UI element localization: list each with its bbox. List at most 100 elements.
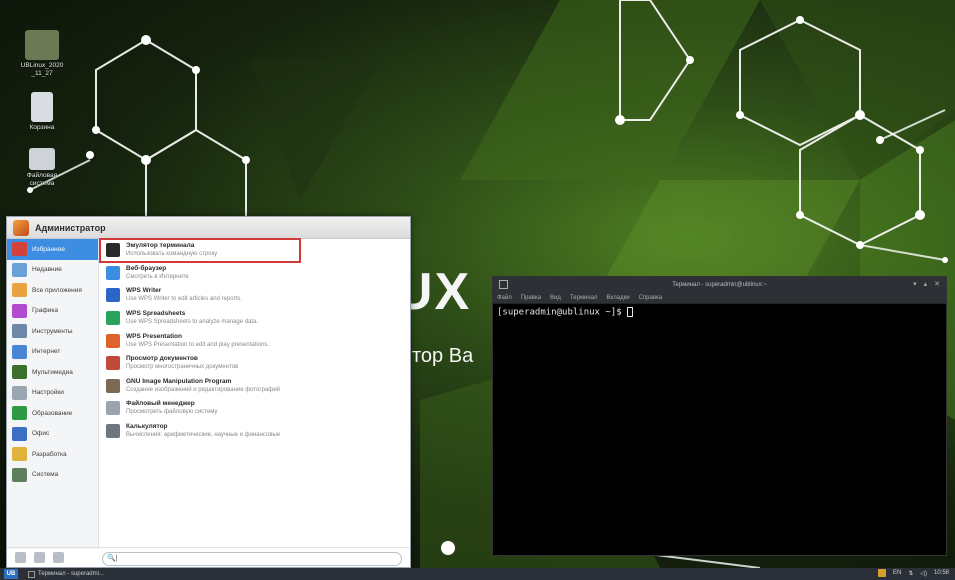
app-item[interactable]: Файловый менеджер Просмотреть файловую си… — [100, 397, 410, 420]
app-icon — [106, 356, 120, 371]
category-icon — [12, 426, 27, 441]
app-description: Use WPS Presentation to edit and play pr… — [126, 341, 270, 348]
category-item[interactable]: Система — [7, 465, 98, 486]
desktop-icon-ublinux-folder[interactable]: UBLinux_2020 _11_27 — [12, 30, 72, 78]
app-icon — [106, 243, 120, 258]
category-label: Все приложения — [32, 286, 82, 294]
category-label: Разработка — [32, 450, 67, 458]
application-menu: Администратор Избранное Недавние Все прило… — [6, 216, 411, 568]
terminal-menu-item[interactable]: Вид — [550, 295, 561, 301]
category-item[interactable]: Инструменты — [7, 321, 98, 342]
terminal-menu-item[interactable]: Правка — [521, 295, 541, 301]
category-label: Офис — [32, 430, 50, 438]
category-icon — [12, 262, 27, 277]
settings-icon[interactable] — [15, 552, 26, 563]
category-item[interactable]: Недавние — [7, 260, 98, 281]
app-name: Просмотр документов — [126, 355, 198, 363]
app-item[interactable]: Веб-браузер Смотреть в Интернете — [100, 262, 410, 285]
notification-icon[interactable] — [877, 569, 886, 577]
category-icon — [12, 447, 27, 462]
category-item[interactable]: Избранное — [7, 239, 98, 260]
app-item[interactable]: WPS Presentation Use WPS Presentation to … — [100, 329, 410, 352]
terminal-menu-item[interactable]: Терминал — [570, 295, 598, 301]
terminal-icon — [28, 570, 35, 578]
terminal-menu-item[interactable]: Файл — [497, 295, 512, 301]
app-item[interactable]: GNU Image Manipulation Program Создание и… — [100, 375, 410, 398]
app-name: GNU Image Manipulation Program — [126, 377, 232, 385]
app-item[interactable]: Калькулятор Вычисления: арифметические, н… — [100, 420, 410, 443]
desktop-icon-filesystem[interactable]: Файловая система — [12, 148, 72, 188]
app-description: Использовать командную строку — [126, 251, 218, 258]
app-item[interactable]: Просмотр документов Просмотр многостранич… — [100, 352, 410, 375]
desktop: UBLinux_2020 _11_27 Корзина Файловая сис… — [0, 0, 955, 568]
category-item[interactable]: Офис — [7, 424, 98, 445]
close-icon[interactable]: ✕ — [934, 280, 940, 289]
terminal-menubar: Файл Правка Вид Терминал Вкладки Справка — [493, 292, 946, 304]
terminal-prompt: [superadmin@ublinux ~]$ — [497, 307, 628, 318]
keyboard-layout[interactable]: EN — [893, 570, 901, 576]
category-label: Интернет — [32, 348, 61, 356]
category-icon — [12, 303, 27, 318]
category-icon — [12, 406, 27, 421]
menu-search-input[interactable]: 🔍| — [102, 552, 402, 566]
maximize-icon[interactable]: ▴ — [924, 280, 928, 289]
app-description: Use WPS Writer to edit articles and repo… — [126, 296, 242, 303]
taskbar-item-terminal[interactable]: Терминал - superadmi... — [28, 569, 128, 579]
terminal-window[interactable]: Терминал - superadmin@ublinux:~ ▾ ▴ ✕ Фа… — [492, 276, 947, 556]
terminal-body[interactable]: [superadmin@ublinux ~]$ — [493, 304, 946, 321]
app-name: WPS Presentation — [126, 332, 182, 340]
app-icon — [106, 401, 120, 416]
app-item[interactable]: Эмулятор терминала Использовать командную… — [99, 238, 301, 263]
minimize-icon[interactable]: ▾ — [913, 280, 917, 289]
terminal-menu-item[interactable]: Вкладки — [607, 295, 630, 301]
user-avatar-icon — [13, 219, 29, 236]
category-label: Недавние — [32, 266, 62, 274]
category-item[interactable]: Интернет — [7, 342, 98, 363]
category-list: Избранное Недавние Все приложения Графика Ин… — [7, 239, 99, 549]
category-label: Графика — [32, 307, 58, 315]
app-name: WPS Spreadsheets — [126, 310, 186, 318]
terminal-menu-item[interactable]: Справка — [639, 295, 663, 301]
category-item[interactable]: Все приложения — [7, 280, 98, 301]
desktop-icon-label: Файловая система — [26, 172, 58, 187]
user-name: Администратор — [35, 222, 106, 233]
terminal-title: Терминал - superadmin@ublinux:~ — [672, 281, 767, 288]
terminal-titlebar[interactable]: Терминал - superadmin@ublinux:~ ▾ ▴ ✕ — [493, 277, 946, 292]
desktop-icon-label: UBLinux_2020 _11_27 — [20, 62, 64, 77]
volume-icon[interactable]: ◁) — [920, 570, 927, 577]
category-icon — [12, 283, 27, 298]
terminal-cursor — [627, 307, 634, 317]
category-label: Система — [32, 471, 59, 479]
trash-icon — [31, 92, 53, 122]
category-icon — [12, 467, 27, 482]
category-item[interactable]: Мультимедиа — [7, 362, 98, 383]
drive-icon — [29, 148, 55, 170]
start-menu-button[interactable]: UB — [4, 569, 18, 579]
menu-footer: 🔍| — [7, 547, 410, 567]
desktop-icon-trash[interactable]: Корзина — [12, 92, 72, 132]
category-item[interactable]: Графика — [7, 301, 98, 322]
app-description: Вычисления: арифметические, научные и фи… — [126, 432, 281, 439]
category-label: Образование — [32, 409, 73, 417]
lock-icon[interactable] — [34, 552, 45, 563]
app-name: Калькулятор — [126, 423, 168, 431]
app-icon — [106, 265, 120, 280]
network-icon[interactable]: ⇅ — [908, 570, 913, 577]
logout-icon[interactable] — [53, 552, 64, 563]
category-item[interactable]: Разработка — [7, 444, 98, 465]
app-item[interactable]: WPS Writer Use WPS Writer to edit article… — [100, 284, 410, 307]
app-name: Эмулятор терминала — [126, 242, 195, 250]
category-item[interactable]: Настройки — [7, 383, 98, 404]
app-icon — [106, 378, 120, 393]
folder-icon — [25, 30, 59, 60]
category-icon — [12, 242, 27, 257]
app-description: Просмотреть файловую систему — [126, 409, 218, 416]
category-item[interactable]: Образование — [7, 403, 98, 424]
app-icon — [106, 333, 120, 348]
category-label: Избранное — [32, 245, 65, 253]
clock[interactable]: 10:58 — [934, 570, 949, 576]
app-item[interactable]: WPS Spreadsheets Use WPS Spreadsheets to … — [100, 307, 410, 330]
app-description: Use WPS Spreadsheets to analyze manage d… — [126, 319, 259, 326]
system-tray: EN ⇅ ◁) 10:58 — [877, 569, 949, 577]
category-label: Настройки — [32, 389, 64, 397]
